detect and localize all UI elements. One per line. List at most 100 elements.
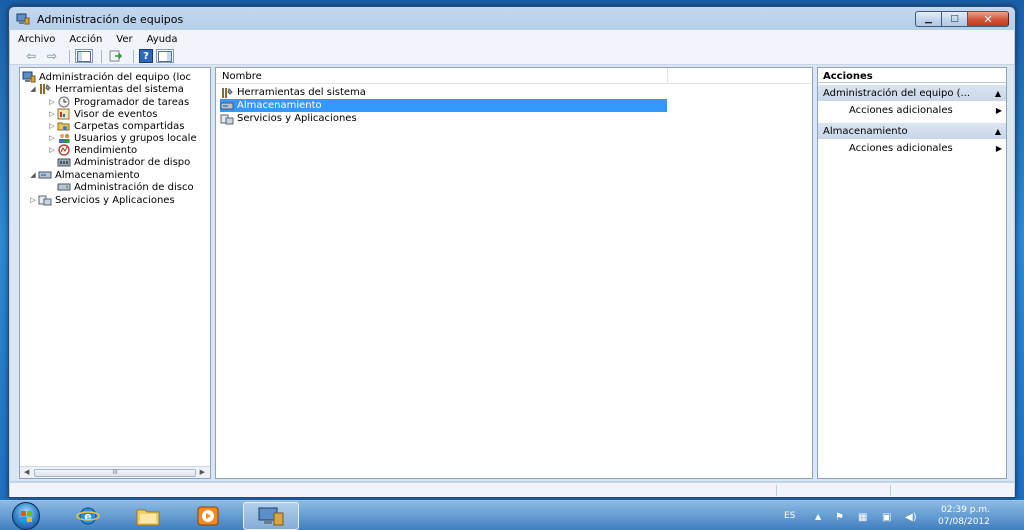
export-list-button[interactable] [107, 49, 125, 63]
disk-icon [57, 181, 71, 193]
network-icon[interactable]: ▦ [858, 512, 867, 523]
status-bar [10, 482, 1014, 497]
show-hide-tree-icon [77, 50, 91, 62]
storage-icon [38, 169, 52, 181]
more-actions-link[interactable]: Acciones adicionales ▶ [849, 141, 1002, 155]
menu-accion[interactable]: Acción [63, 34, 108, 45]
tree-item-label: Rendimiento [74, 144, 138, 156]
list-item-herramientas[interactable]: Herramientas del sistema [220, 86, 670, 99]
taskbar-media-player[interactable] [180, 502, 236, 530]
expand-arrow-icon[interactable]: ▷ [47, 122, 57, 130]
tree-item-herramientas[interactable]: ◢ Herramientas del sistema [28, 83, 184, 95]
tools-icon [38, 83, 52, 95]
tree-item-computer-management[interactable]: Administración del equipo (loc [22, 71, 191, 83]
column-divider[interactable] [667, 68, 668, 84]
status-divider [890, 485, 891, 496]
back-button[interactable]: ⇦ [22, 49, 40, 63]
show-hidden-icons[interactable]: ▲ [815, 512, 821, 521]
forward-button[interactable]: ⇨ [43, 49, 61, 63]
close-button[interactable]: ✕ [967, 11, 1009, 27]
taskbar: e ES ▲ ⚑ ▦ ▣ ◀) 02:39 p.m. 07/08/2012 [0, 500, 1024, 530]
status-divider [776, 485, 777, 496]
tree-item-carpetas[interactable]: ▷ Carpetas compartidas [47, 120, 184, 132]
collapse-arrow-icon[interactable]: ◢ [28, 171, 38, 179]
submenu-arrow-icon: ▶ [995, 143, 1002, 153]
expand-arrow-icon[interactable]: ▷ [47, 98, 57, 106]
expand-arrow-icon[interactable]: ▷ [28, 196, 38, 204]
scrollbar-thumb[interactable]: III [34, 469, 196, 477]
language-indicator[interactable]: ES [784, 511, 795, 521]
show-hide-action-button[interactable] [156, 49, 174, 63]
console-tree: Administración del equipo (loc ◢ Herrami… [19, 67, 211, 479]
title-bar[interactable]: Administración de equipos ▁ □ ✕ [9, 7, 1015, 31]
tree-item-label: Herramientas del sistema [55, 83, 184, 95]
scrollbar-grip-icon: III [112, 469, 118, 476]
clock-date[interactable]: 07/08/2012 [938, 517, 990, 527]
expand-arrow-icon[interactable]: ▷ [47, 110, 57, 118]
windows-explorer-icon [136, 509, 160, 526]
toolbar-separator [133, 49, 134, 63]
scroll-right-icon[interactable]: ▶ [200, 468, 205, 476]
minimize-button[interactable]: ▁ [915, 11, 941, 27]
column-header-row: Nombre [216, 68, 812, 84]
collapse-arrow-icon[interactable]: ◢ [28, 85, 38, 93]
actions-section-computer-management[interactable]: Administración del equipo (... ▲ [818, 85, 1006, 101]
forward-icon: ⇨ [46, 49, 58, 63]
expand-arrow-icon[interactable]: ▷ [47, 134, 57, 142]
more-actions-label: Acciones adicionales [849, 104, 953, 116]
start-button[interactable] [12, 502, 40, 530]
list-item-servicios[interactable]: Servicios y Aplicaciones [220, 112, 670, 125]
results-pane: Nombre Herramientas del sistema Almacena… [215, 67, 813, 479]
event-viewer-icon [57, 108, 71, 120]
actions-section-label: Administración del equipo (... [823, 87, 971, 99]
computer-management-icon [22, 71, 36, 83]
tree-item-administrador-dispositivos[interactable]: Administrador de dispo [57, 156, 190, 168]
tree-item-label: Programador de tareas [74, 96, 190, 108]
tree-item-almacenamiento[interactable]: ◢ Almacenamiento [28, 169, 140, 181]
actions-section-storage[interactable]: Almacenamiento ▲ [818, 123, 1006, 139]
tree-item-administracion-discos[interactable]: Administración de disco [57, 181, 194, 193]
taskbar-computer-management[interactable] [243, 502, 299, 530]
scroll-left-icon[interactable]: ◀ [24, 468, 29, 476]
tree-item-visor-eventos[interactable]: ▷ Visor de eventos [47, 108, 158, 120]
list-item-label: Servicios y Aplicaciones [237, 113, 357, 124]
collapse-section-icon[interactable]: ▲ [995, 89, 1001, 98]
tree-item-programador[interactable]: ▷ Programador de tareas [47, 96, 189, 108]
more-actions-link[interactable]: Acciones adicionales ▶ [849, 103, 1002, 117]
tree-item-label: Servicios y Aplicaciones [55, 194, 175, 206]
clock-time[interactable]: 02:39 p.m. [941, 505, 990, 515]
tree-item-label: Administrador de dispo [74, 156, 191, 168]
menu-archivo[interactable]: Archivo [12, 34, 61, 45]
toolbar-separator [69, 49, 70, 63]
monitor-icon[interactable]: ▣ [882, 512, 891, 523]
volume-icon[interactable]: ◀) [905, 512, 917, 523]
flag-icon[interactable]: ⚑ [835, 512, 844, 523]
taskbar-windows-explorer[interactable] [120, 502, 176, 530]
tree-item-label: Administración del equipo (loc [39, 71, 191, 83]
taskbar-internet-explorer[interactable]: e [60, 502, 116, 530]
maximize-button[interactable]: □ [941, 11, 967, 27]
tree-item-label: Visor de eventos [74, 108, 158, 120]
tree-item-servicios[interactable]: ▷ Servicios y Aplicaciones [28, 194, 175, 206]
actions-section-label: Almacenamiento [823, 125, 908, 137]
menu-ver[interactable]: Ver [110, 34, 138, 45]
tree-item-label: Administración de disco [74, 181, 194, 193]
menu-ayuda[interactable]: Ayuda [141, 34, 184, 45]
horizontal-scrollbar[interactable]: ◀ III ▶ [20, 466, 210, 478]
collapse-section-icon[interactable]: ▲ [995, 127, 1001, 136]
help-button[interactable]: ? [139, 49, 153, 63]
show-hide-tree-button[interactable] [75, 49, 93, 63]
minimize-icon: ▁ [925, 14, 932, 24]
clock-icon [57, 96, 71, 108]
maximize-icon: □ [950, 14, 959, 24]
column-header-nombre[interactable]: Nombre [222, 71, 262, 82]
toolbar: ⇦ ⇨ ? [10, 48, 1014, 65]
tree-item-label: Almacenamiento [55, 169, 140, 181]
expand-arrow-icon[interactable]: ▷ [47, 146, 57, 154]
tree-item-label: Usuarios y grupos locale [74, 132, 197, 144]
list-item-almacenamiento[interactable]: Almacenamiento [220, 99, 667, 112]
tree-item-rendimiento[interactable]: ▷ Rendimiento [47, 144, 137, 156]
actions-title: Acciones [818, 68, 1006, 83]
back-icon: ⇦ [25, 49, 37, 63]
tree-item-usuarios[interactable]: ▷ Usuarios y grupos locale [47, 132, 197, 144]
